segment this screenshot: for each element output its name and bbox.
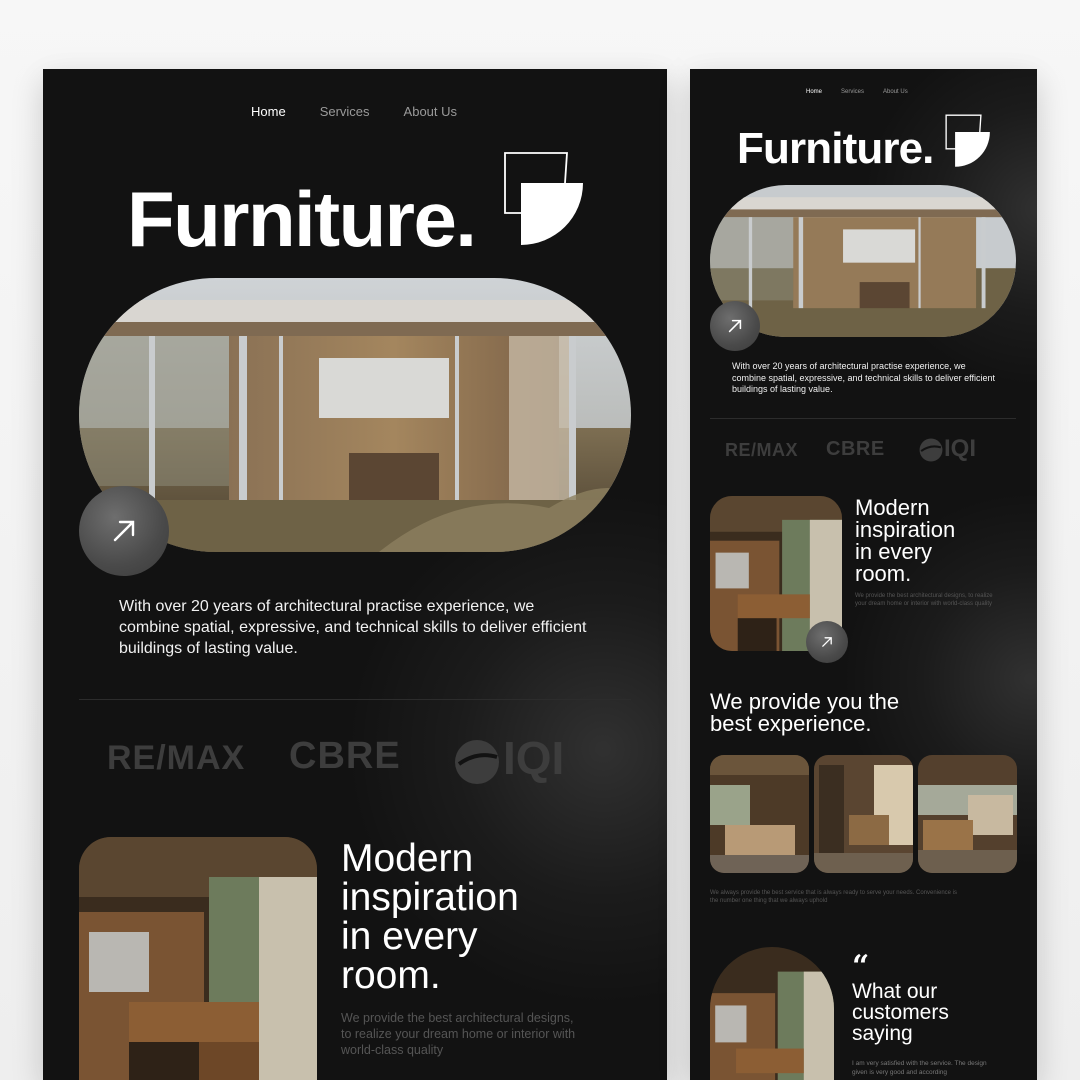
quote-icon: “ [852,949,870,984]
arrow-up-right-icon [820,635,834,649]
experience-text: We always provide the best service that … [710,890,958,904]
section-heading: Modern inspiration in every room. [855,497,1015,585]
partner-logo-iqi-text: IQI [503,732,565,784]
section-text: We provide the best architectural design… [341,1011,576,1057]
gallery-image [918,755,1017,873]
hero-arrow-button[interactable] [79,486,169,576]
heading-line: saying [852,1022,913,1045]
partner-logo-cbre: CBRE [289,735,401,777]
partner-logo-remax: RE/MAX [725,440,799,460]
top-nav: Home Services About Us [251,104,491,119]
heading-line: room. [341,954,441,997]
heading-line: customers [852,1001,949,1024]
nav-about-us[interactable]: About Us [404,104,457,119]
heading-line: in every [341,915,478,958]
nav-about-us[interactable]: About Us [883,89,908,95]
room-image [79,837,317,1080]
heading-line: Modern [341,837,474,880]
partner-logo-iqi-text: IQI [944,435,977,462]
arrow-up-right-icon [109,516,139,546]
nav-services[interactable]: Services [841,89,864,95]
nav-home[interactable]: Home [251,104,286,119]
brand-mark-icon [945,114,991,168]
brand-mark-icon [503,151,585,247]
testimonial-text: I am very satisfied with the service. Th… [852,1060,987,1076]
section-heading: Modern inspiration in every room. [341,839,601,995]
heading-line: inspiration [341,876,519,919]
mobile-preview: Home Services About Us Furniture. With o… [690,69,1037,1080]
brand-title: Furniture. [737,124,934,173]
experience-heading: We provide you the best experience. [710,691,1010,735]
section-text: We provide the best architectural design… [855,593,993,607]
hero-paragraph: With over 20 years of architectural prac… [119,598,587,657]
desktop-preview: Home Services About Us Furniture. With o… [43,69,667,1080]
gallery-image [814,755,913,873]
partner-logo-cbre: CBRE [826,438,885,460]
brand-title: Furniture. [127,175,477,263]
arrow-up-right-icon [726,317,744,335]
testimonial-heading: What our customers saying [852,981,1012,1044]
section-divider [710,418,1016,419]
testimonial-image [710,947,834,1080]
top-nav: Home Services About Us [806,89,927,95]
hero-arrow-button[interactable] [710,301,760,351]
nav-home[interactable]: Home [806,89,822,95]
section-divider [79,699,631,700]
heading-line: best experience. [710,711,872,736]
gallery-image [710,755,809,873]
nav-services[interactable]: Services [320,104,370,119]
page-canvas: Home Services About Us Furniture. With o… [0,0,1080,1080]
partner-logo-iqi [918,435,944,463]
partner-logo-remax: RE/MAX [107,739,246,777]
heading-line: What our [852,980,938,1003]
hero-paragraph: With over 20 years of architectural prac… [732,361,995,394]
heading-line: room. [855,561,912,586]
room-arrow-button[interactable] [806,621,848,663]
